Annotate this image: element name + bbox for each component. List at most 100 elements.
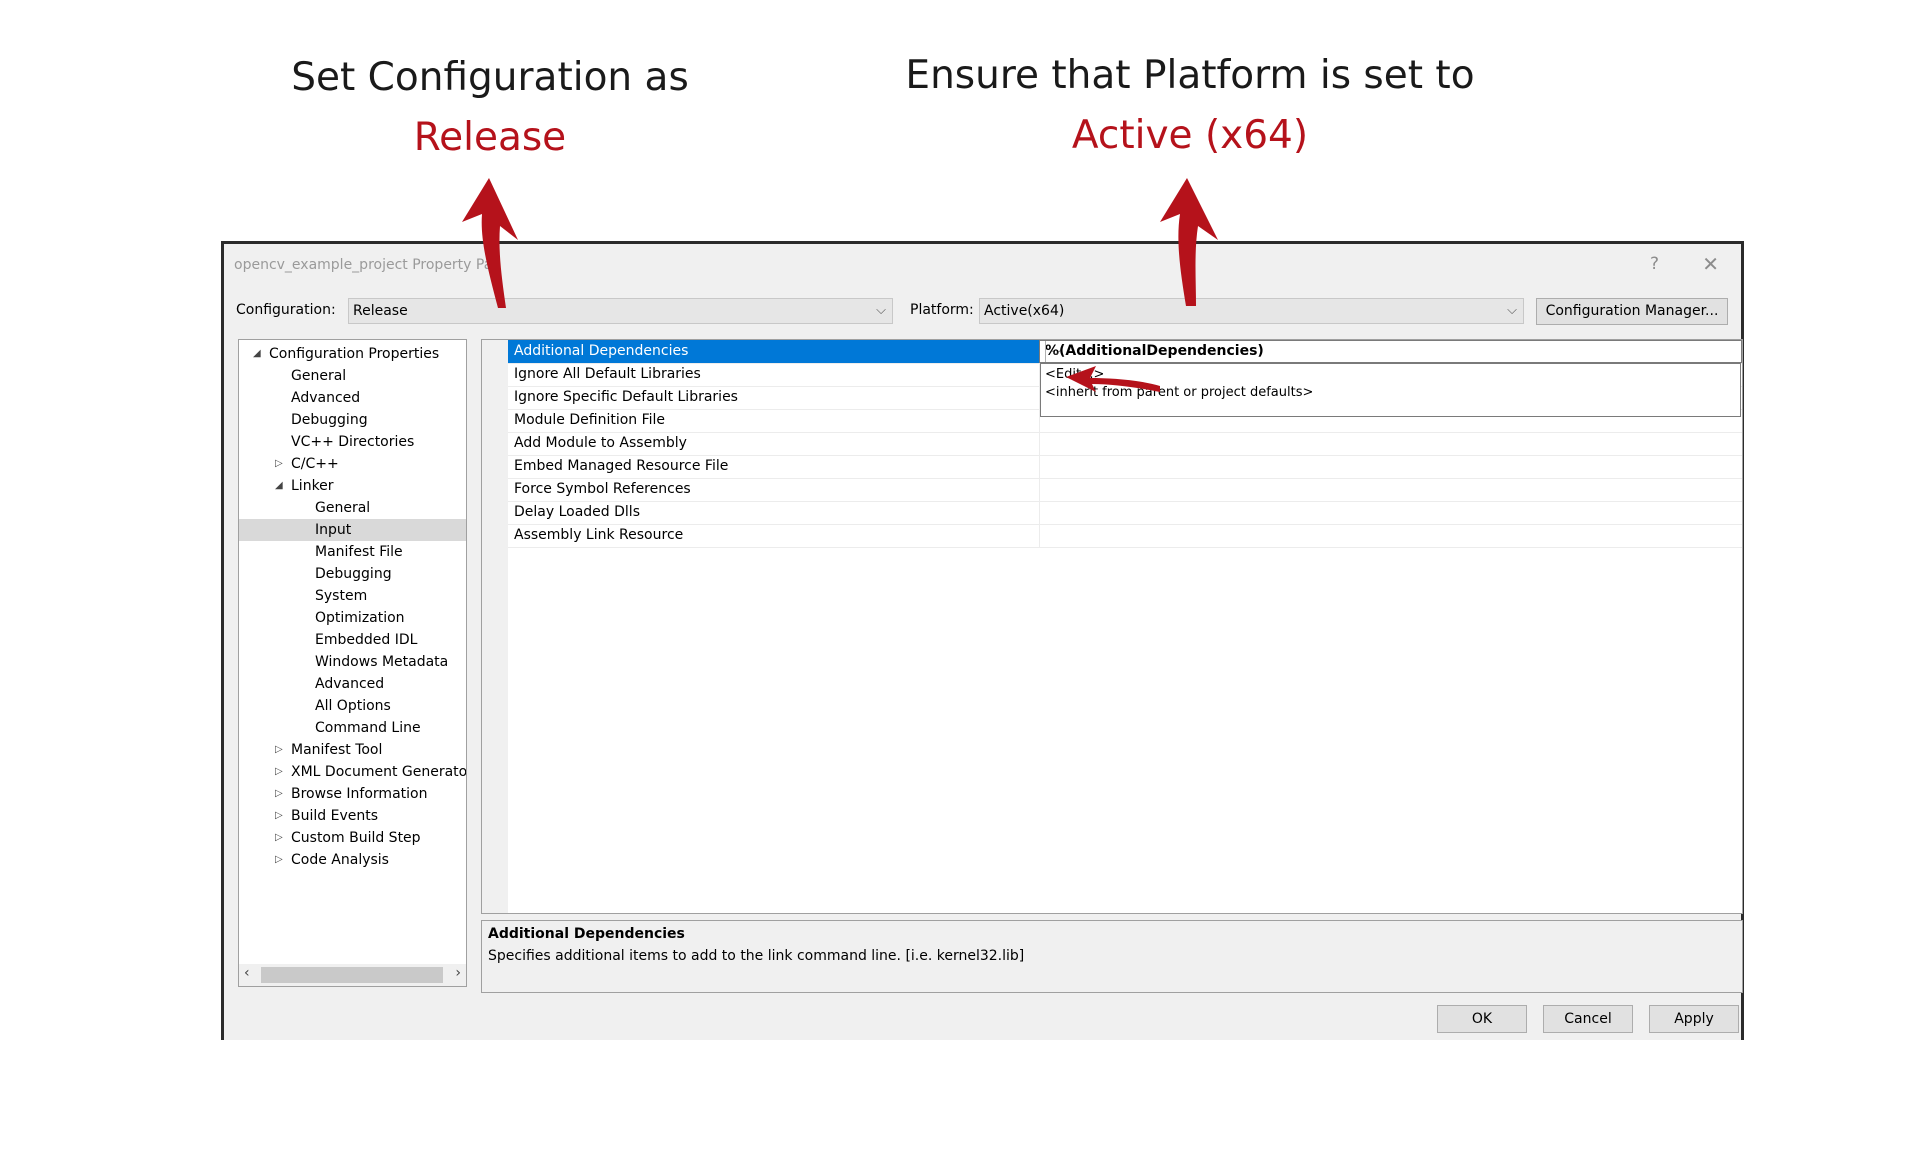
property-row[interactable]: Delay Loaded Dlls: [508, 501, 1742, 525]
description-title: Additional Dependencies: [488, 926, 685, 942]
tree-item-label: Optimization: [315, 610, 405, 626]
tree-item[interactable]: ▷ Build Events: [239, 805, 466, 827]
property-name: Additional Dependencies: [508, 340, 1039, 363]
collapsed-toggle-icon[interactable]: ▷: [275, 805, 283, 827]
tree-item[interactable]: All Options: [239, 695, 466, 717]
tree-item-label: General: [315, 500, 371, 516]
property-value[interactable]: [1039, 501, 1742, 524]
tree-item[interactable]: Command Line: [239, 717, 466, 739]
tree-item[interactable]: Debugging: [239, 563, 466, 585]
dropdown-option-inherit[interactable]: <inherit from parent or project defaults…: [1045, 383, 1313, 403]
tree-item-label: C/C++: [291, 456, 339, 472]
chevron-down-icon: ⌵: [876, 303, 886, 318]
apply-button[interactable]: Apply: [1649, 1005, 1739, 1033]
collapsed-toggle-icon[interactable]: ▷: [275, 739, 283, 761]
tree-item-label: All Options: [315, 698, 391, 714]
property-row[interactable]: Embed Managed Resource File: [508, 455, 1742, 479]
tree-item-label: VC++ Directories: [291, 434, 415, 450]
configuration-select[interactable]: Release ⌵: [348, 298, 893, 324]
platform-select[interactable]: Active(x64) ⌵: [979, 298, 1524, 324]
tree-item-label: XML Document Generator: [291, 764, 467, 780]
tree-item[interactable]: Windows Metadata: [239, 651, 466, 673]
tree-item[interactable]: Manifest File: [239, 541, 466, 563]
collapsed-toggle-icon[interactable]: ▷: [275, 761, 283, 783]
help-icon[interactable]: ?: [1650, 254, 1659, 274]
tree-item[interactable]: ◢ Configuration Properties: [239, 343, 466, 365]
instruction-configuration: Set Configuration as Release: [260, 48, 720, 168]
property-pages-dialog: opencv_example_project Property Pag ? ✕ …: [221, 241, 1744, 1040]
tree-item-label: Advanced: [291, 390, 361, 406]
scroll-right-icon[interactable]: ›: [455, 965, 461, 981]
tree-item-label: Embedded IDL: [315, 632, 418, 648]
dropdown-toggle-icon[interactable]: ⌵: [1045, 341, 1066, 362]
tree-item[interactable]: ▷ Code Analysis: [239, 849, 466, 871]
tree-item[interactable]: Advanced: [239, 673, 466, 695]
tree-item-label: Debugging: [291, 412, 368, 428]
collapsed-toggle-icon[interactable]: ▷: [275, 849, 283, 871]
close-icon[interactable]: ✕: [1702, 252, 1719, 276]
tree-item[interactable]: Debugging: [239, 409, 466, 431]
tree-item-label: General: [291, 368, 347, 384]
property-name: Module Definition File: [514, 412, 666, 428]
expanded-toggle-icon[interactable]: ◢: [253, 343, 261, 365]
tree-item[interactable]: VC++ Directories: [239, 431, 466, 453]
dialog-title: opencv_example_project Property Pag: [234, 257, 502, 273]
configuration-label: Configuration:: [236, 302, 336, 318]
tree-horizontal-scrollbar[interactable]: ‹ ›: [239, 964, 466, 986]
property-row[interactable]: Add Module to Assembly: [508, 432, 1742, 456]
tree-item[interactable]: ▷ XML Document Generator: [239, 761, 466, 783]
tree-item[interactable]: ▷ C/C++: [239, 453, 466, 475]
property-name: Embed Managed Resource File: [514, 458, 729, 474]
tree-item-label: Windows Metadata: [315, 654, 449, 670]
instruction-line: Set Configuration as: [291, 55, 689, 100]
chevron-down-icon: ⌵: [1507, 303, 1517, 318]
description-panel: Additional Dependencies Specifies additi…: [481, 920, 1743, 993]
ok-button[interactable]: OK: [1437, 1005, 1527, 1033]
tree-item-label: Input: [315, 522, 352, 538]
collapsed-toggle-icon[interactable]: ▷: [275, 783, 283, 805]
tree-item[interactable]: Embedded IDL: [239, 629, 466, 651]
dropdown-option-edit[interactable]: <Edit...>: [1045, 365, 1104, 385]
property-row[interactable]: Force Symbol References: [508, 478, 1742, 502]
property-name: Ignore All Default Libraries: [514, 366, 701, 382]
instruction-highlight: Active (x64): [1071, 113, 1309, 158]
property-value[interactable]: %(AdditionalDependencies) ⌵: [1039, 340, 1742, 363]
tree-item[interactable]: ▷ Browse Information: [239, 783, 466, 805]
tree-item[interactable]: ◢ Linker: [239, 475, 466, 497]
tree-item[interactable]: ▷ Manifest Tool: [239, 739, 466, 761]
tree-item-label: System: [315, 588, 368, 604]
property-value[interactable]: [1039, 455, 1742, 478]
property-row[interactable]: Additional Dependencies %(AdditionalDepen…: [508, 340, 1742, 364]
expanded-toggle-icon[interactable]: ◢: [275, 475, 283, 497]
platform-label: Platform:: [910, 302, 974, 318]
property-grid: Additional Dependencies %(AdditionalDepen…: [481, 339, 1743, 914]
tree-item-label: Advanced: [315, 676, 385, 692]
property-value[interactable]: [1039, 524, 1742, 547]
tree-item-label: Code Analysis: [291, 852, 389, 868]
property-tree: ◢ Configuration Properties General Advanced…: [238, 339, 467, 987]
property-value[interactable]: [1039, 478, 1742, 501]
collapsed-toggle-icon[interactable]: ▷: [275, 453, 283, 475]
configuration-manager-button[interactable]: Configuration Manager...: [1536, 298, 1728, 325]
tree-item-label: Configuration Properties: [269, 346, 440, 362]
tree-item[interactable]: Input: [239, 519, 466, 541]
tree-item[interactable]: Optimization: [239, 607, 466, 629]
tree-item[interactable]: General: [239, 365, 466, 387]
scroll-thumb[interactable]: [261, 967, 443, 983]
tree-item-label: Build Events: [291, 808, 378, 824]
configuration-value: Release: [353, 303, 408, 319]
collapsed-toggle-icon[interactable]: ▷: [275, 827, 283, 849]
property-value[interactable]: [1039, 432, 1742, 455]
instruction-line: Ensure that Platform is set to: [905, 53, 1475, 98]
tree-item[interactable]: General: [239, 497, 466, 519]
scroll-left-icon[interactable]: ‹: [244, 965, 250, 981]
tree-item[interactable]: System: [239, 585, 466, 607]
tree-item-label: Browse Information: [291, 786, 428, 802]
grid-gutter: [482, 340, 508, 913]
tree-item[interactable]: ▷ Custom Build Step: [239, 827, 466, 849]
tree-item[interactable]: Advanced: [239, 387, 466, 409]
property-row[interactable]: Assembly Link Resource: [508, 524, 1742, 548]
cancel-button[interactable]: Cancel: [1543, 1005, 1633, 1033]
property-name: Ignore Specific Default Libraries: [514, 389, 738, 405]
tree-item-label: Manifest File: [315, 544, 403, 560]
